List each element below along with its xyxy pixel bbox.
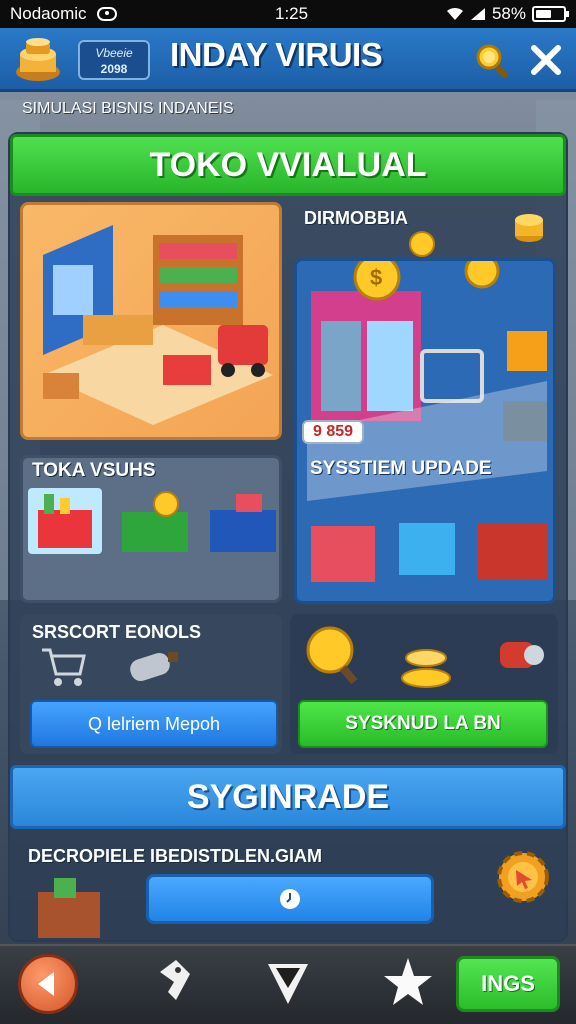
version-badge: Vbeeie 2098: [78, 40, 150, 80]
description-label: DECROPIELE IBEDISTDLEN.GIAM: [28, 846, 323, 866]
coins-pile-icon: [401, 649, 451, 688]
support-blue-button[interactable]: Q lelriem Mepoh: [30, 700, 278, 748]
section-label-system-update: SYSSTIEM UPDADE: [310, 458, 492, 479]
cart-icon: [42, 648, 86, 686]
basket-red-tile[interactable]: [28, 488, 102, 554]
crystal-icon[interactable]: [258, 952, 318, 1012]
app-title: INDAY VIRUIS: [170, 36, 383, 73]
support-green-button[interactable]: SYSKNUD LA BN: [298, 700, 548, 748]
svg-text:$: $: [370, 265, 382, 290]
signal-icon: [470, 8, 485, 20]
shop-illustration: [43, 225, 273, 425]
status-bar: Nodaomic 1:25 58%: [0, 0, 576, 28]
coin-stack-icon: [515, 214, 543, 242]
gear-icon[interactable]: [494, 848, 552, 906]
upgrade-button[interactable]: SYGINRADE: [10, 765, 566, 829]
description-action-button[interactable]: [146, 874, 434, 924]
badge-line-1: Vbeeie: [95, 46, 133, 60]
clock-time: 1:25: [275, 4, 309, 23]
coin-magnifier-icon: [306, 626, 358, 685]
search-icon[interactable]: [472, 40, 512, 80]
crate-icon: [38, 878, 100, 938]
basket-green-tile[interactable]: [118, 490, 192, 556]
page-subtitle: SIMULASI BISNIS INDANEIS: [22, 100, 234, 117]
shop-illustration-card[interactable]: [20, 202, 282, 440]
section-label-dirmobbia: DIRMOBBIA: [304, 208, 408, 228]
store-banner: TOKO VVIALUAL: [10, 134, 566, 196]
basket-blue-tile[interactable]: [206, 490, 280, 556]
badge-line-2: 2098: [100, 62, 128, 76]
battery-icon: [532, 6, 569, 22]
tag-icon[interactable]: [146, 952, 206, 1012]
coin-icon: [409, 231, 435, 257]
clock-icon: [280, 889, 300, 909]
section-label-support: SRSCORT EONOLS: [32, 622, 202, 642]
app-header: Vbeeie 2098 INDAY VIRUIS: [0, 28, 576, 92]
logo-icon: [16, 38, 60, 81]
section-label-visits: TOKA VSUHS: [32, 460, 156, 481]
battery-tool-icon: [130, 652, 178, 682]
wifi-icon: [446, 7, 463, 20]
back-button[interactable]: [18, 954, 78, 1014]
battery-percent: 58%: [491, 4, 526, 23]
back-icon: [38, 972, 54, 996]
close-icon[interactable]: [526, 40, 566, 80]
carrier-label: Nodaomic: [10, 4, 87, 23]
price-tag: 9 859: [302, 420, 364, 444]
star-icon[interactable]: [378, 952, 438, 1012]
red-device-icon: [500, 642, 544, 668]
ings-button[interactable]: INGS: [456, 956, 560, 1012]
network-eye-icon: [96, 7, 117, 21]
